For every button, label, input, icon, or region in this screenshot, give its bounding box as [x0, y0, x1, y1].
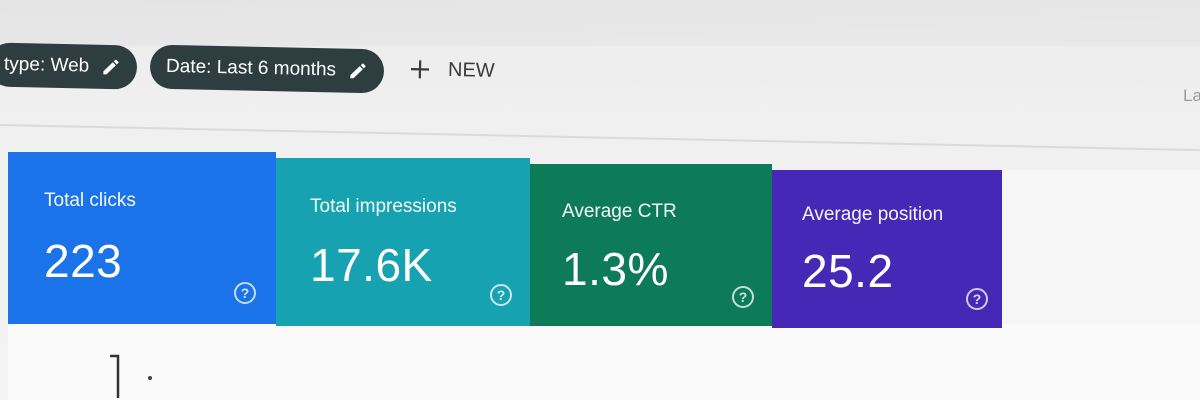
metric-label: Total impressions — [310, 196, 457, 217]
metric-value: 17.6K — [310, 239, 433, 291]
metric-cards: Total clicks 223 ? Total impressions 17.… — [0, 0, 1200, 400]
help-circle-icon[interactable]: ? — [234, 282, 256, 304]
metric-card-total-clicks[interactable]: Total clicks 223 ? — [8, 152, 276, 324]
metric-value: 223 — [44, 235, 123, 287]
metric-label: Average CTR — [562, 201, 677, 222]
metric-card-average-position[interactable]: Average position 25.2 ? — [772, 170, 1002, 328]
metric-label: Average position — [802, 204, 944, 225]
help-circle-icon[interactable]: ? — [966, 288, 988, 310]
metric-card-total-impressions[interactable]: Total impressions 17.6K ? — [276, 158, 530, 326]
metric-value: 25.2 — [802, 245, 894, 297]
help-circle-icon[interactable]: ? — [490, 284, 512, 306]
metric-value: 1.3% — [562, 243, 669, 295]
metric-label: Total clicks — [44, 190, 136, 211]
help-circle-icon[interactable]: ? — [732, 286, 754, 308]
search-performance-page: type: Web Date: Last 6 months NEW La Tot… — [0, 0, 1200, 400]
metric-card-average-ctr[interactable]: Average CTR 1.3% ? — [530, 164, 772, 326]
